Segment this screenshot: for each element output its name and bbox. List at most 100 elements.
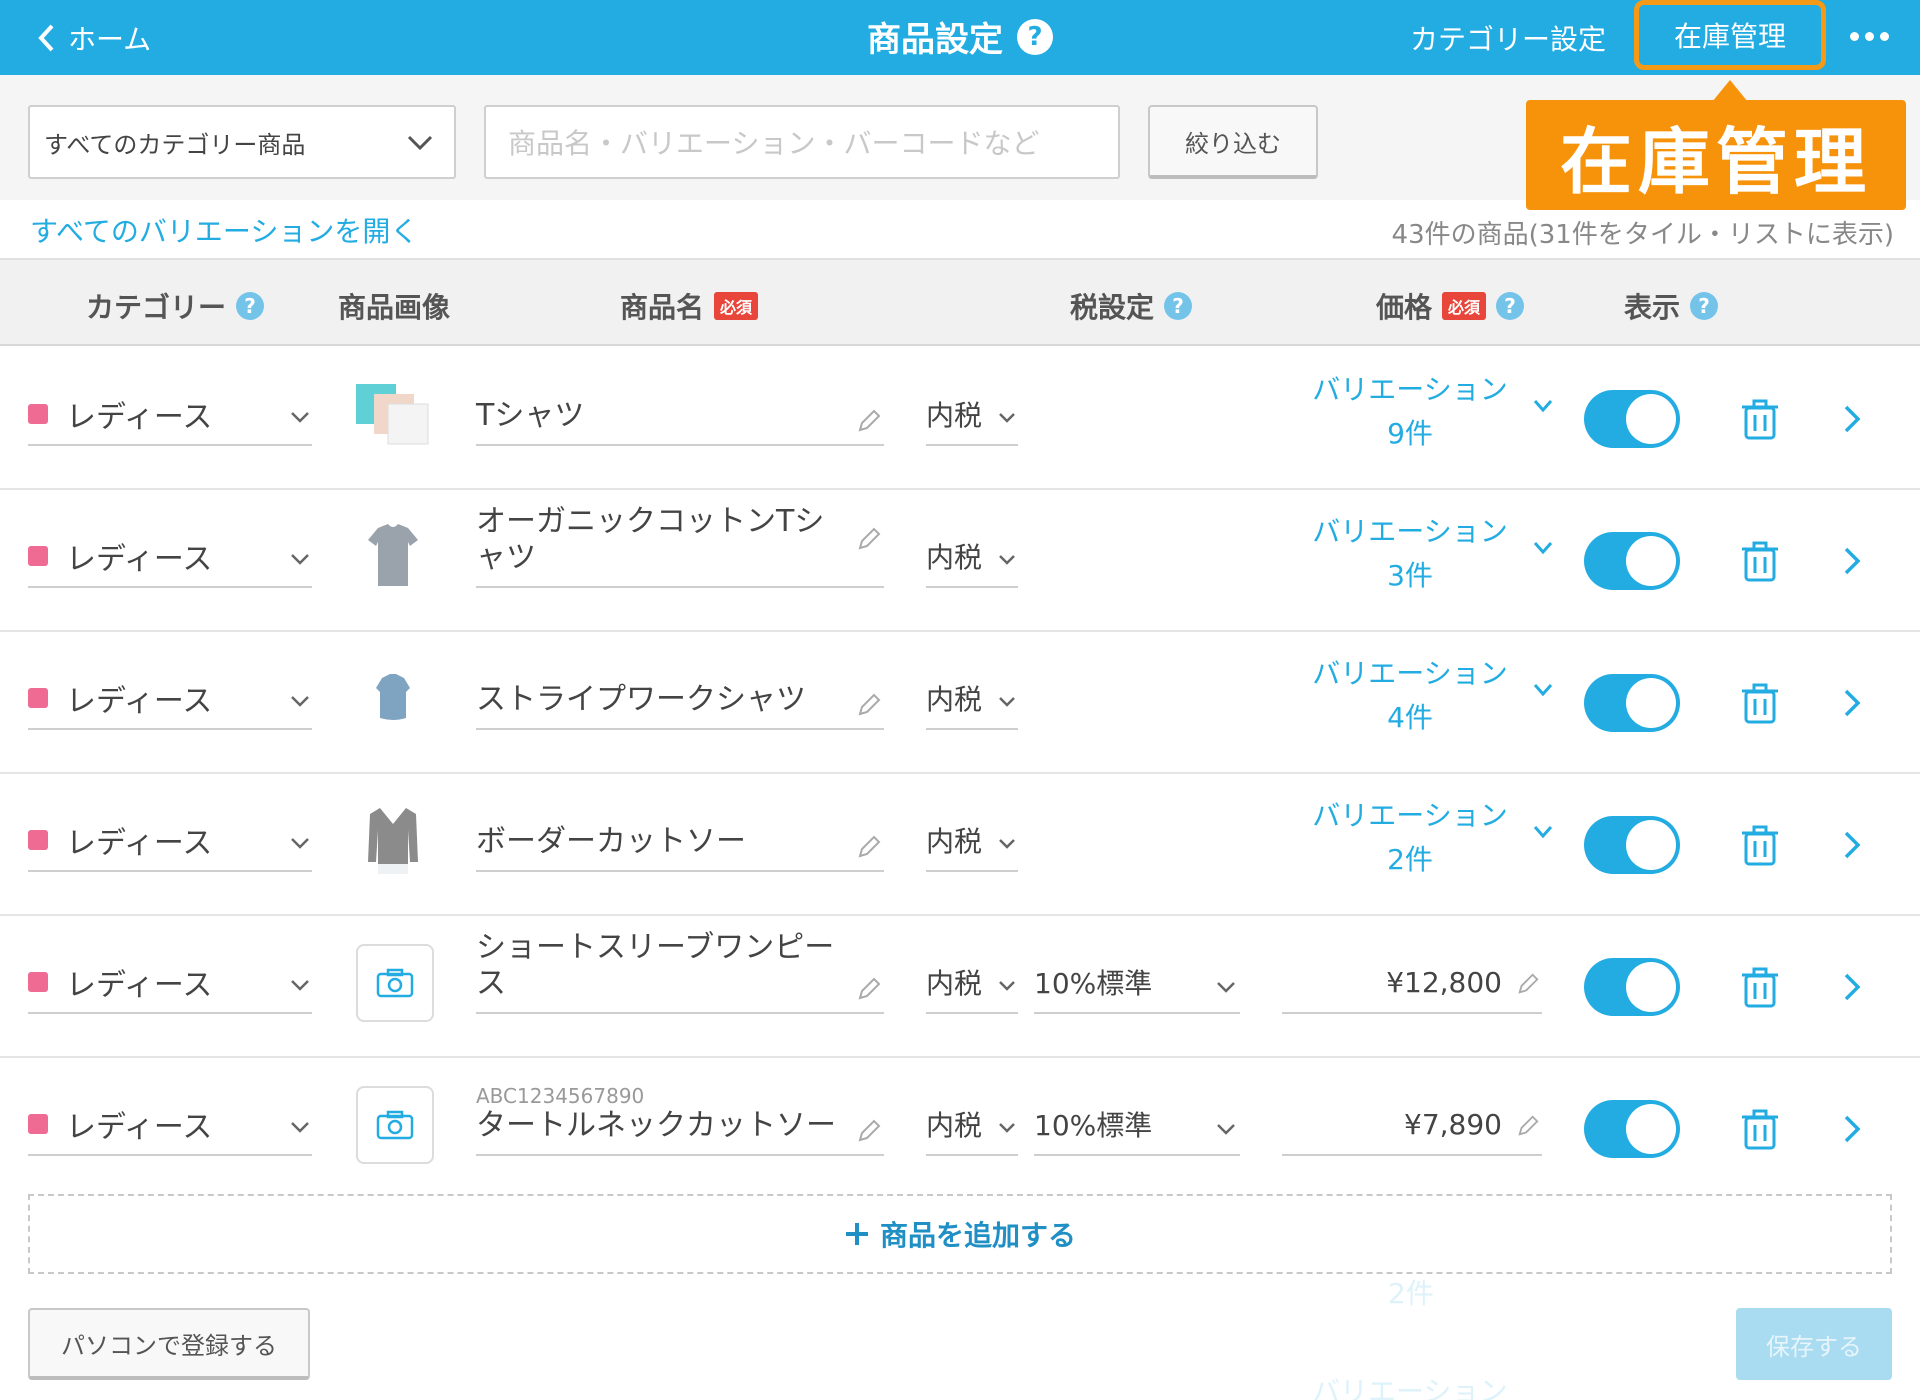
- category-select[interactable]: レディース: [28, 810, 312, 872]
- camera-icon: [376, 1110, 414, 1140]
- column-price: 価格 必須?: [1376, 286, 1525, 326]
- stock-management-button[interactable]: 在庫管理: [1634, 0, 1826, 70]
- pencil-icon: [858, 693, 881, 716]
- table-row: レディース ショートスリーブワンピース 内税 10%標準 ¥12,800: [0, 916, 1920, 1058]
- table-row: レディース オーガニックコットンTシャツ 内税 バリエーション 3件: [0, 490, 1920, 632]
- tax-select[interactable]: 内税: [926, 668, 1018, 730]
- chevron-right-icon[interactable]: [1842, 404, 1862, 434]
- page-title: 商品設定 ?: [0, 12, 1920, 61]
- chevron-down-icon: [291, 980, 309, 991]
- variation-toggle[interactable]: バリエーション 4件: [1290, 652, 1553, 740]
- help-icon[interactable]: ?: [1017, 18, 1053, 55]
- display-toggle[interactable]: [1584, 958, 1680, 1016]
- pencil-icon: [1518, 973, 1539, 994]
- product-name-field[interactable]: ボーダーカットソー: [476, 794, 884, 872]
- chevron-down-icon: [407, 135, 433, 151]
- category-select[interactable]: レディース: [28, 526, 312, 588]
- product-image[interactable]: [352, 800, 434, 882]
- product-image[interactable]: [352, 658, 434, 740]
- pencil-icon: [858, 835, 881, 858]
- category-color-dot: [28, 546, 48, 566]
- chevron-down-icon: [291, 1122, 309, 1133]
- trash-icon[interactable]: [1740, 966, 1780, 1010]
- product-count: 43件の商品(31件をタイル・リストに表示): [1391, 220, 1894, 250]
- tax-select[interactable]: 内税: [926, 1094, 1018, 1156]
- display-toggle[interactable]: [1584, 816, 1680, 874]
- chevron-down-icon: [291, 696, 309, 707]
- chevron-right-icon[interactable]: [1842, 688, 1862, 718]
- tax-select[interactable]: 内税: [926, 952, 1018, 1014]
- trash-icon[interactable]: [1740, 682, 1780, 726]
- pencil-icon: [858, 1119, 881, 1142]
- tax-select[interactable]: 内税: [926, 810, 1018, 872]
- add-image-button[interactable]: [356, 944, 434, 1022]
- trash-icon[interactable]: [1740, 1108, 1780, 1152]
- pencil-icon: [858, 977, 881, 1000]
- product-image[interactable]: [352, 374, 434, 456]
- category-select[interactable]: レディース: [28, 384, 312, 446]
- category-color-dot: [28, 830, 48, 850]
- category-select[interactable]: レディース: [28, 1094, 312, 1156]
- chevron-down-icon: [1533, 684, 1553, 697]
- chevron-down-icon: [1533, 542, 1553, 555]
- tax-select[interactable]: 内税: [926, 526, 1018, 588]
- tax-select[interactable]: 内税: [926, 384, 1018, 446]
- trash-icon[interactable]: [1740, 398, 1780, 442]
- column-name: 商品名 必須: [620, 286, 759, 326]
- product-name-field[interactable]: オーガニックコットンTシャツ: [476, 504, 884, 588]
- chevron-down-icon: [291, 412, 309, 423]
- column-tax: 税設定?: [1070, 286, 1193, 326]
- help-icon[interactable]: ?: [1164, 292, 1193, 320]
- category-select[interactable]: レディース: [28, 668, 312, 730]
- help-icon[interactable]: ?: [236, 292, 265, 320]
- price-field[interactable]: ¥7,890: [1282, 1094, 1542, 1156]
- table-header: カテゴリー? 商品画像 商品名 必須 税設定? 価格 必須? 表示?: [0, 258, 1920, 346]
- more-icon[interactable]: [1850, 32, 1889, 41]
- product-name-field[interactable]: Tシャツ: [476, 368, 884, 446]
- product-name-field[interactable]: ABC1234567890 タートルネックカットソー: [476, 1078, 884, 1156]
- knit-top-image: [368, 808, 418, 874]
- trash-icon[interactable]: [1740, 824, 1780, 868]
- price-field[interactable]: ¥12,800: [1282, 952, 1542, 1014]
- chevron-right-icon[interactable]: [1842, 972, 1862, 1002]
- tax-rate-select[interactable]: 10%標準: [1034, 952, 1240, 1014]
- help-icon[interactable]: ?: [1496, 292, 1525, 320]
- chevron-down-icon: [999, 697, 1015, 707]
- product-image[interactable]: [352, 516, 434, 598]
- chevron-right-icon[interactable]: [1842, 546, 1862, 576]
- chevron-down-icon: [999, 1123, 1015, 1133]
- filter-button[interactable]: 絞り込む: [1148, 105, 1318, 179]
- open-all-variations-link[interactable]: すべてのバリエーションを開く: [30, 210, 418, 250]
- save-button[interactable]: 保存する: [1736, 1308, 1892, 1380]
- category-settings-link[interactable]: カテゴリー設定: [1410, 18, 1606, 58]
- category-color-dot: [28, 972, 48, 992]
- register-on-pc-button[interactable]: パソコンで登録する: [28, 1308, 310, 1380]
- variation-toggle[interactable]: バリエーション 9件: [1290, 368, 1553, 456]
- variation-toggle[interactable]: バリエーション 3件: [1290, 510, 1553, 598]
- search-input[interactable]: 商品名・バリエーション・バーコードなど: [484, 105, 1120, 179]
- required-badge: 必須: [1442, 292, 1487, 320]
- column-image: 商品画像: [338, 291, 451, 324]
- pencil-icon: [858, 409, 881, 432]
- chevron-right-icon[interactable]: [1842, 1114, 1862, 1144]
- variation-toggle[interactable]: バリエーション 2件: [1290, 794, 1553, 882]
- display-toggle[interactable]: [1584, 1100, 1680, 1158]
- chevron-down-icon: [291, 554, 309, 565]
- pencil-icon: [1518, 1115, 1539, 1136]
- tax-rate-select[interactable]: 10%標準: [1034, 1094, 1240, 1156]
- help-icon[interactable]: ?: [1690, 292, 1719, 320]
- display-toggle[interactable]: [1584, 532, 1680, 590]
- chevron-down-icon: [999, 413, 1015, 423]
- product-name-field[interactable]: ショートスリーブワンピース: [476, 930, 884, 1014]
- category-select[interactable]: すべてのカテゴリー商品: [28, 105, 456, 179]
- add-product-button[interactable]: 商品を追加する: [28, 1194, 1892, 1274]
- chevron-right-icon[interactable]: [1842, 830, 1862, 860]
- display-toggle[interactable]: [1584, 390, 1680, 448]
- category-select[interactable]: レディース: [28, 952, 312, 1014]
- trash-icon[interactable]: [1740, 540, 1780, 584]
- add-image-button[interactable]: [356, 1086, 434, 1164]
- chevron-down-icon: [1533, 826, 1553, 839]
- table-row: レディース Tシャツ 内税 バリエーション 9件: [0, 348, 1920, 490]
- product-name-field[interactable]: ストライプワークシャツ: [476, 652, 884, 730]
- display-toggle[interactable]: [1584, 674, 1680, 732]
